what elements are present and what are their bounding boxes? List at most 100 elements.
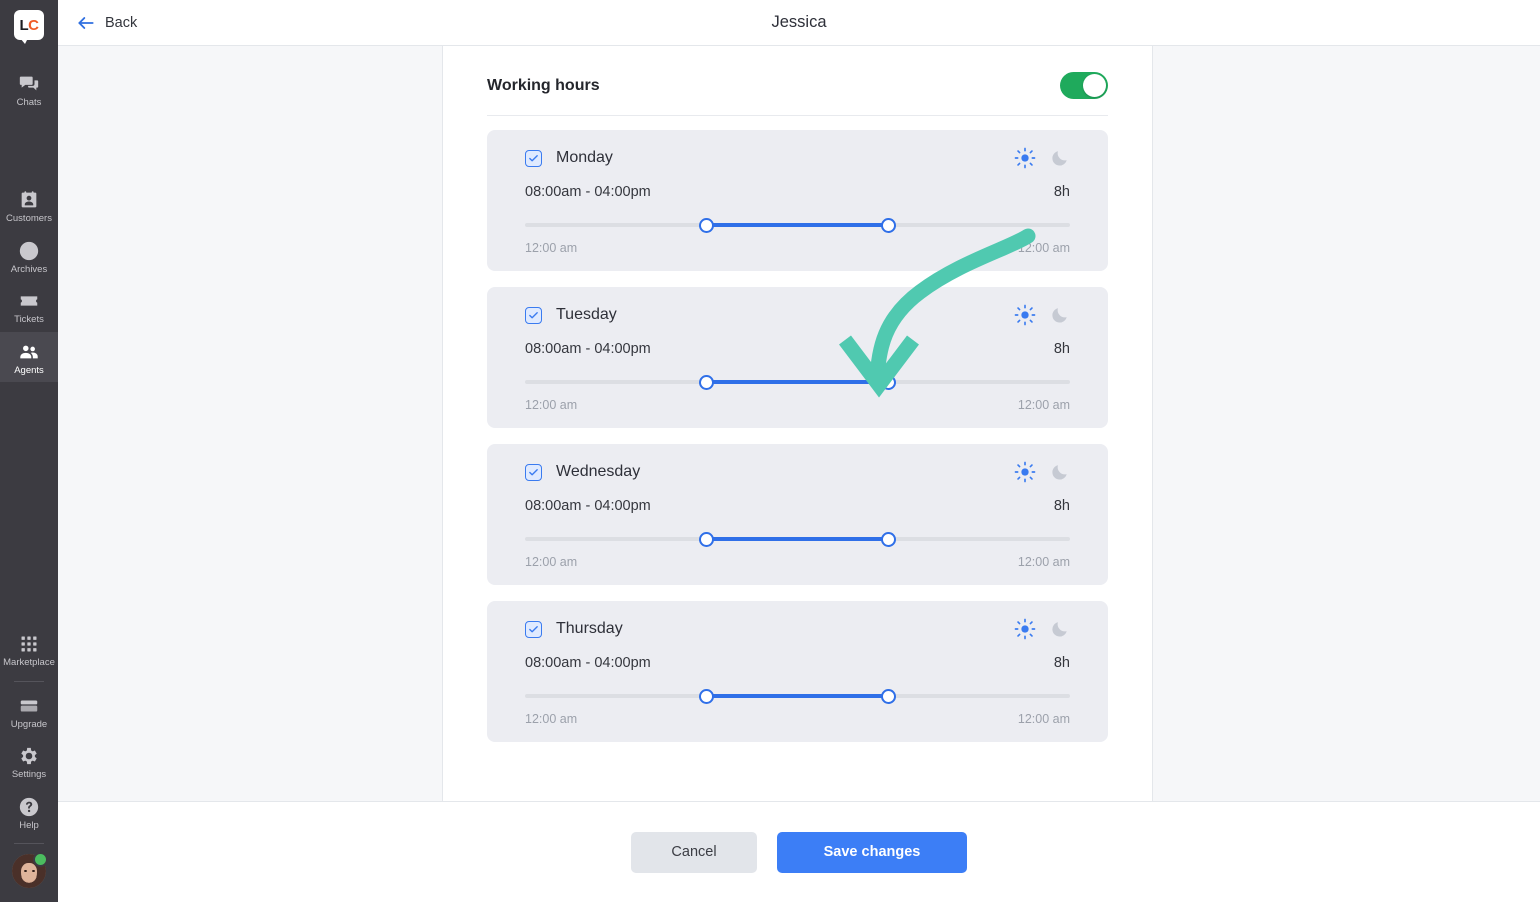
logo-letter-l: L xyxy=(19,16,29,34)
page-title: Jessica xyxy=(771,13,827,31)
time-slider-thursday[interactable] xyxy=(525,687,1070,705)
rail-divider-1 xyxy=(14,680,44,682)
slider-end-label-tuesday: 12:00 am xyxy=(1017,398,1070,412)
sun-icon[interactable] xyxy=(1014,461,1036,483)
working-hours-header: Working hours xyxy=(487,46,1108,116)
sidebar-item-marketplace[interactable]: Marketplace xyxy=(0,624,58,674)
sidebar-item-archives[interactable]: Archives xyxy=(0,231,58,281)
day-label-tuesday: Tuesday xyxy=(556,306,617,323)
back-label: Back xyxy=(105,14,138,31)
sun-icon[interactable] xyxy=(1014,147,1036,169)
left-spacer-panel xyxy=(58,46,443,801)
slider-start-handle[interactable] xyxy=(699,218,715,233)
sidebar-label-archives: Archives xyxy=(10,263,48,275)
day-card-thursday: Thursday 08:00am - 04:00pm 8h 12:00 am 1… xyxy=(487,601,1108,742)
gear-icon xyxy=(18,745,40,767)
save-changes-button[interactable]: Save changes xyxy=(777,831,967,873)
slider-end-label-monday: 12:00 am xyxy=(1017,241,1070,255)
slider-fill xyxy=(706,380,888,384)
slider-end-label-wednesday: 12:00 am xyxy=(1017,555,1070,569)
slider-start-label-monday: 12:00 am xyxy=(525,241,578,255)
day-label-monday: Monday xyxy=(556,149,613,166)
time-slider-wednesday[interactable] xyxy=(525,530,1070,548)
slider-start-handle[interactable] xyxy=(699,532,715,547)
slider-end-handle[interactable] xyxy=(880,689,896,704)
duration-tuesday: 8h xyxy=(1053,341,1070,357)
back-button[interactable]: Back xyxy=(76,13,137,33)
sidebar-label-marketplace: Marketplace xyxy=(3,657,55,669)
section-title: Working hours xyxy=(487,76,600,94)
tuesday-slider-end-handle[interactable] xyxy=(880,375,896,390)
day-label-wednesday: Wednesday xyxy=(556,463,641,480)
sidebar-item-help[interactable]: Help xyxy=(0,787,58,837)
slider-fill xyxy=(706,537,888,541)
agents-icon xyxy=(18,341,40,363)
sidebar-label-customers: Customers xyxy=(6,213,52,225)
sidebar-item-agents[interactable]: Agents xyxy=(0,331,58,383)
sidebar-item-tickets[interactable]: Tickets xyxy=(0,281,58,331)
livechat-logo[interactable]: LC xyxy=(14,10,44,44)
tickets-icon xyxy=(18,290,40,312)
moon-icon[interactable] xyxy=(1050,462,1070,482)
top-bar: Back Jessica xyxy=(58,0,1540,46)
slider-end-handle[interactable] xyxy=(880,532,896,547)
time-range-tuesday: 08:00am - 04:00pm xyxy=(525,341,651,357)
day-card-monday: Monday 08:00am - 04:00pm 8h 12:00 am 12:… xyxy=(487,130,1108,271)
status-badge xyxy=(33,852,48,867)
slider-start-handle[interactable] xyxy=(699,375,715,390)
checkbox-monday[interactable] xyxy=(525,149,542,167)
chats-icon xyxy=(18,73,40,95)
working-hours-toggle[interactable] xyxy=(1060,72,1108,99)
customers-icon xyxy=(18,189,40,211)
sun-icon[interactable] xyxy=(1014,304,1036,326)
sidebar-item-settings[interactable]: Settings xyxy=(0,736,58,786)
slider-end-label-thursday: 12:00 am xyxy=(1017,712,1070,726)
sidebar-item-chats[interactable]: Chats xyxy=(0,64,58,114)
slider-fill xyxy=(706,223,888,227)
day-list: Monday 08:00am - 04:00pm 8h 12:00 am 12:… xyxy=(487,116,1108,742)
working-hours-panel: Working hours Monday 08:00am - 04:00pm 8… xyxy=(443,46,1153,801)
sidebar-label-settings: Settings xyxy=(11,769,47,781)
upgrade-icon xyxy=(18,695,40,717)
time-range-thursday: 08:00am - 04:00pm xyxy=(525,655,651,671)
avatar[interactable] xyxy=(12,852,48,888)
slider-end-handle[interactable] xyxy=(880,218,896,233)
sidebar-label-tickets: Tickets xyxy=(14,314,44,326)
checkbox-wednesday[interactable] xyxy=(525,463,542,481)
checkbox-tuesday[interactable] xyxy=(525,306,542,324)
sidebar-label-upgrade: Upgrade xyxy=(10,718,48,730)
cancel-button[interactable]: Cancel xyxy=(631,831,757,873)
main-region: Back Jessica Working hours Monday 08:00a… xyxy=(58,0,1540,902)
sidebar-label-agents: Agents xyxy=(14,364,44,376)
time-slider-monday[interactable] xyxy=(525,216,1070,234)
content-area: Working hours Monday 08:00am - 04:00pm 8… xyxy=(58,46,1540,801)
right-spacer-panel xyxy=(1153,46,1540,801)
moon-icon[interactable] xyxy=(1050,619,1070,639)
slider-start-label-thursday: 12:00 am xyxy=(525,712,578,726)
slider-fill xyxy=(706,694,888,698)
day-card-tuesday: Tuesday 08:00am - 04:00pm 8h 12:00 am 12… xyxy=(487,287,1108,428)
archives-icon xyxy=(18,240,40,262)
checkbox-thursday[interactable] xyxy=(525,620,542,638)
sidebar-item-upgrade[interactable]: Upgrade xyxy=(0,686,58,736)
app-root: LC Chats Customers Archives Tickets Agen… xyxy=(0,0,1540,902)
duration-monday: 8h xyxy=(1053,184,1070,200)
help-icon xyxy=(18,796,40,818)
time-range-monday: 08:00am - 04:00pm xyxy=(525,184,651,200)
action-bar: Cancel Save changes xyxy=(58,801,1540,902)
rail-divider-2 xyxy=(14,843,44,844)
moon-icon[interactable] xyxy=(1050,148,1070,168)
slider-start-handle[interactable] xyxy=(699,689,715,704)
sidebar-label-chats: Chats xyxy=(16,97,42,108)
duration-wednesday: 8h xyxy=(1053,498,1070,514)
back-arrow-icon xyxy=(76,13,96,33)
sidebar-item-customers[interactable]: Customers xyxy=(0,180,58,230)
time-slider-tuesday[interactable] xyxy=(525,373,1070,391)
slider-start-label-wednesday: 12:00 am xyxy=(525,555,578,569)
sun-icon[interactable] xyxy=(1014,618,1036,640)
left-nav-rail: LC Chats Customers Archives Tickets Agen… xyxy=(0,0,58,902)
duration-thursday: 8h xyxy=(1053,655,1070,671)
time-range-wednesday: 08:00am - 04:00pm xyxy=(525,498,651,514)
moon-icon[interactable] xyxy=(1050,305,1070,325)
marketplace-icon xyxy=(18,633,40,655)
